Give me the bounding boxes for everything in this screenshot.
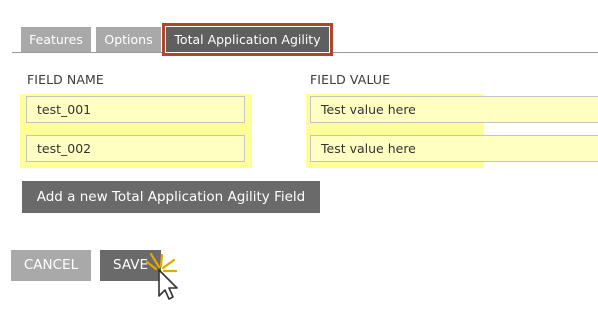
field-name-input[interactable]: test_002	[26, 135, 245, 162]
field-name-input[interactable]: test_001	[26, 96, 245, 123]
cancel-button[interactable]: CANCEL	[11, 250, 91, 281]
field-value-header: FIELD VALUE	[310, 72, 391, 87]
add-field-button[interactable]: Add a new Total Application Agility Fiel…	[22, 181, 320, 213]
tab-features[interactable]: Features	[21, 27, 91, 52]
page: Features Options Total Application Agili…	[0, 0, 598, 317]
click-burst-icon	[145, 252, 178, 273]
arrow-cursor-icon	[145, 252, 178, 300]
tab-options[interactable]: Options	[96, 27, 161, 52]
field-value-input[interactable]: Test value here	[310, 96, 598, 123]
tab-total-application-agility[interactable]: Total Application Agility	[166, 27, 329, 52]
field-name-header: FIELD NAME	[27, 72, 104, 87]
field-value-input[interactable]: Test value here	[310, 135, 598, 162]
